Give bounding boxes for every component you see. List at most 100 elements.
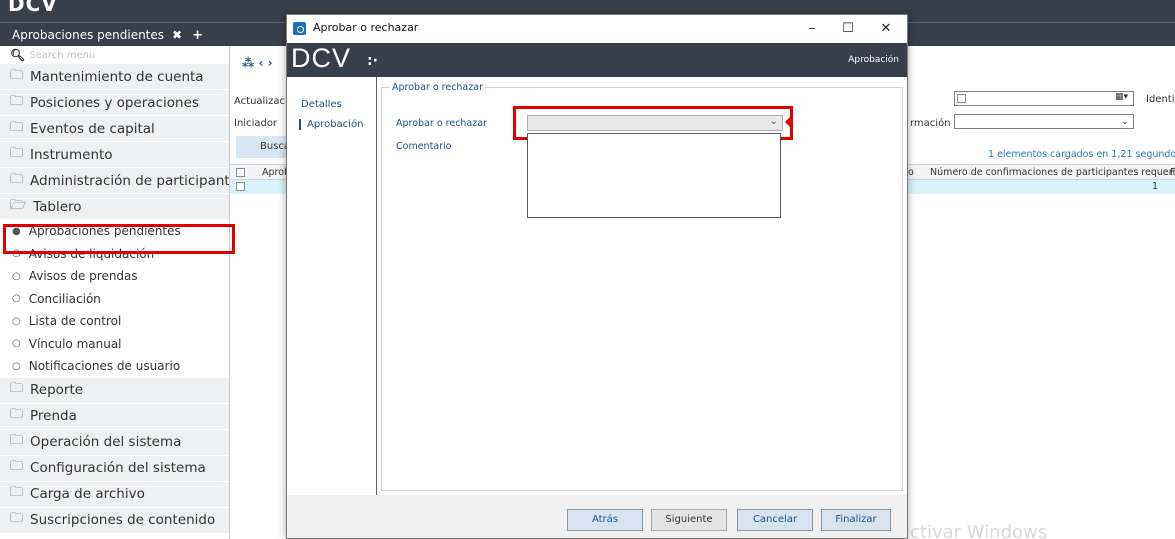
approve-reject-fieldset: Aprobar o rechazar Aprobar o rechazar ⌄ … (381, 82, 903, 491)
folder-icon: 🗀 (10, 485, 24, 500)
windows-activation-watermark: ctivar Windows (910, 522, 1048, 539)
dialog-titlebar[interactable]: Aprobar o rechazar – ☐ ✕ (287, 15, 907, 43)
logo-dots-icon: :· (367, 53, 378, 69)
close-tab-icon[interactable]: ✖ (172, 28, 182, 42)
folder-icon: 🗀 (10, 459, 24, 474)
dcv-logo: DCV (291, 43, 352, 73)
wizard-nav-detalles[interactable]: Detalles (301, 99, 342, 110)
sidebar-group-label: Prenda (30, 408, 77, 424)
sidebar-item-avisos-de-liquidacion[interactable]: ○ Avisos de liquidación (0, 243, 229, 266)
sidebar-group-label: Operación del sistema (30, 434, 182, 450)
toolbar-nav-icons[interactable]: ⁂ ‹ › (242, 56, 273, 70)
approve-reject-dialog: Aprobar o rechazar – ☐ ✕ DCV :· Aprobaci… (286, 14, 908, 539)
cancel-button[interactable]: Cancelar (737, 509, 813, 531)
filter-field-identificador[interactable]: ▦▾ (954, 91, 1134, 106)
sidebar-group-label: Eventos de capital (30, 120, 155, 137)
dialog-title: Aprobar o rechazar (313, 21, 419, 34)
add-tab-icon[interactable]: + (192, 28, 203, 43)
sidebar-item-label: Avisos de prendas (28, 269, 138, 284)
folder-open-icon: 🗁 (10, 197, 27, 213)
decision-select[interactable]: ⌄ (527, 115, 783, 131)
sidebar-group-label: Carga de archivo (30, 486, 145, 502)
sidebar-group-prenda[interactable]: 🗀 Prenda (0, 403, 229, 430)
sidebar-group-operacion-del-sistema[interactable]: 🗀 Operación del sistema (0, 429, 229, 456)
dialog-footer: Atrás Siguiente Cancelar Finalizar (287, 495, 907, 538)
app-icon (293, 22, 306, 35)
select-all-checkbox[interactable] (236, 168, 245, 177)
back-button[interactable]: Atrás (567, 509, 643, 531)
column-header-f[interactable]: F (1170, 167, 1175, 178)
minimize-button[interactable]: – (797, 19, 827, 39)
search-input[interactable]: Search menu (29, 50, 95, 61)
sidebar-item-avisos-de-prendas[interactable]: ○ Avisos de prendas (0, 265, 229, 288)
sidebar-group-label: Instrumento (30, 146, 113, 163)
row-checkbox[interactable] (236, 182, 245, 191)
wizard-nav: Detalles Aprobación (287, 77, 377, 495)
bullet-icon: ○ (12, 315, 21, 327)
sidebar-item-label: Conciliación (28, 291, 101, 306)
sidebar-item-label: Aprobaciones pendientes (28, 224, 181, 239)
calendar-dropdown-icon[interactable]: ▦▾ (1115, 92, 1128, 102)
sidebar-group-administracion-de-participantes[interactable]: 🗀 Administración de participantes (0, 168, 229, 194)
wizard-content: Aprobar o rechazar Aprobar o rechazar ⌄ … (377, 77, 907, 495)
folder-icon: 🗀 (10, 407, 24, 422)
sidebar-group-label: Posiciones y operaciones (30, 94, 199, 111)
folder-icon: 🗀 (10, 119, 24, 135)
fieldset-legend: Aprobar o rechazar (390, 82, 485, 93)
tab-aprobaciones-pendientes[interactable]: Aprobaciones pendientes ✖ + (6, 25, 209, 45)
bullet-icon: ○ (12, 248, 21, 260)
app-window: DCV Aprobaciones pendientes ✖ + 🔍︎ Search … (0, 0, 1175, 539)
close-button[interactable]: ✕ (871, 19, 901, 39)
comment-label: Comentario (396, 141, 452, 152)
dcv-logo: DCV (8, 0, 58, 16)
sidebar-group-carga-de-archivo[interactable]: 🗀 Carga de archivo (0, 481, 229, 508)
sidebar-item-label: Lista de control (28, 314, 122, 329)
filter-checkbox[interactable] (957, 94, 966, 103)
filter-select-informacion[interactable]: ⌄ (954, 114, 1134, 129)
sidebar-item-aprobaciones-pendientes[interactable]: ● Aprobaciones pendientes (0, 220, 229, 243)
wizard-step-title: Aprobación (848, 55, 899, 65)
next-button[interactable]: Siguiente (651, 509, 727, 531)
label-iniciador: Iniciador (234, 118, 278, 129)
chevron-down-icon: ⌄ (1121, 116, 1129, 127)
chevron-down-icon: ⌄ (769, 116, 778, 127)
folder-icon: 🗀 (10, 171, 24, 187)
sidebar-group-posiciones-y-operaciones[interactable]: 🗀 Posiciones y operaciones (0, 90, 229, 116)
sidebar-item-lista-de-control[interactable]: ○ Lista de control (0, 310, 229, 333)
comment-textarea[interactable] (527, 133, 781, 218)
loaded-status: 1 elementos cargados en 1,21 segundo (988, 149, 1175, 160)
dialog-banner: DCV :· Aprobación (287, 43, 907, 77)
maximize-button[interactable]: ☐ (833, 19, 863, 39)
tab-label: Aprobaciones pendientes (12, 28, 165, 42)
sidebar-group-tablero[interactable]: 🗁 Tablero (0, 194, 229, 220)
sidebar-group-label: Mantenimiento de cuenta (30, 68, 204, 85)
sidebar-group-label: Suscripciones de contenido (30, 512, 216, 528)
label-actualizacion: Actualizació (234, 96, 294, 107)
folder-icon: 🗀 (10, 67, 24, 83)
wizard-nav-aprobacion[interactable]: Aprobación (299, 119, 363, 130)
sidebar-group-mantenimiento-de-cuenta[interactable]: 🗀 Mantenimiento de cuenta (0, 64, 229, 90)
sidebar-group-eventos-de-capital[interactable]: 🗀 Eventos de capital (0, 116, 229, 142)
buscar-button[interactable]: Buscar (236, 136, 294, 158)
sidebar-item-vinculo-manual[interactable]: ○ Vínculo manual (0, 333, 229, 356)
sidebar-group-configuracion-del-sistema[interactable]: 🗀 Configuración del sistema (0, 455, 229, 482)
menu-search[interactable]: 🔍︎ Search menu (0, 46, 229, 64)
folder-icon: 🗀 (10, 511, 24, 526)
required-indicator-icon (785, 117, 790, 127)
sidebar-group-reporte[interactable]: 🗀 Reporte (0, 377, 229, 404)
sidebar-item-label: Avisos de liquidación (28, 246, 155, 261)
sidebar-item-notificaciones-de-usuario[interactable]: ○ Notificaciones de usuario (0, 355, 229, 378)
finish-button[interactable]: Finalizar (821, 509, 891, 531)
sidebar-group-instrumento[interactable]: 🗀 Instrumento (0, 142, 229, 168)
bullet-icon: ○ (12, 338, 21, 350)
column-header-confirmaciones[interactable]: Número de confirmaciones de participante… (930, 167, 1175, 178)
sidebar-item-label: Notificaciones de usuario (28, 359, 181, 374)
column-header-partial[interactable]: o (908, 167, 914, 178)
sidebar-group-label: Configuración del sistema (30, 460, 206, 476)
sidebar-group-suscripciones-de-contenido[interactable]: 🗀 Suscripciones de contenido (0, 507, 229, 534)
sidebar-item-conciliacion[interactable]: ○ Conciliación (0, 288, 229, 311)
label-informacion: rmación (910, 118, 951, 129)
search-icon: 🔍︎ (10, 48, 26, 62)
sidebar-group-label: Tablero (33, 198, 82, 215)
decision-label: Aprobar o rechazar (396, 118, 487, 129)
